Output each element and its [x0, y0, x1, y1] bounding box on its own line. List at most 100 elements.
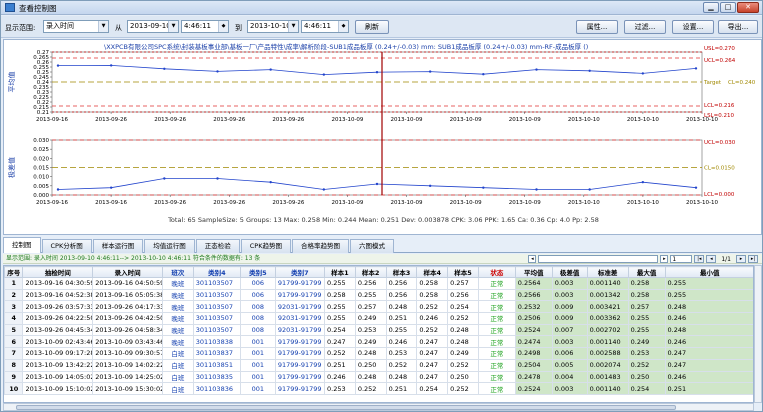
maximize-button[interactable]: □ — [720, 2, 736, 13]
column-header[interactable]: 类别7 — [274, 266, 326, 278]
to-time-input[interactable]: 4:46:11 ◆ — [301, 20, 349, 33]
tab-3[interactable]: 均值运行图 — [144, 239, 195, 253]
column-header[interactable]: 平均值 — [514, 266, 553, 278]
close-button[interactable]: ✕ — [737, 2, 759, 13]
filter-button[interactable]: 过滤... — [624, 20, 666, 34]
tab-2[interactable]: 样本运行图 — [92, 239, 144, 253]
range-select[interactable]: 录入时间 ▼ — [43, 20, 109, 33]
column-header[interactable]: 序号 — [4, 266, 24, 278]
data-point — [482, 186, 485, 189]
table-cell: 0.258 — [627, 288, 666, 302]
last-page-icon[interactable]: ▸| — [748, 255, 758, 263]
table-row[interactable]: 1 2013-09-16 04:30:59 2013-09-16 04:50:59 晚… — [4, 277, 753, 290]
table-cell: 0.255 — [664, 288, 753, 302]
table-row[interactable]: 7 2013-10-09 09:17:28 2013-10-09 09:30:57 白… — [4, 347, 753, 360]
column-header[interactable]: 样本5 — [447, 266, 479, 278]
tab-5[interactable]: CPK趋势图 — [240, 239, 291, 253]
from-date-picker[interactable]: 2013-09-10 ▼ — [127, 20, 179, 33]
table-row[interactable]: 6 2013-10-09 02:43:46 2013-10-09 03:43:46 晚… — [4, 335, 753, 349]
next-page-icon[interactable]: ▸ — [736, 255, 746, 263]
table-row[interactable]: 9 2013-10-09 14:05:02 2013-10-09 14:25:02 白… — [4, 370, 753, 384]
page-input[interactable]: 1 — [670, 255, 693, 263]
refresh-button[interactable]: 刷新 — [355, 20, 389, 34]
table-cell: 2013-10-09 15:30:02 — [92, 382, 163, 395]
table-cell: 0.250 — [354, 358, 387, 372]
table-row[interactable]: 3 2013-09-26 03:57:33 2013-09-26 04:17:33 晚… — [4, 300, 753, 314]
scroll-thumb[interactable] — [16, 405, 676, 410]
spin-icon: ◆ — [218, 21, 228, 32]
column-header[interactable]: 最大值 — [627, 266, 666, 278]
horizontal-scrollbar[interactable] — [3, 403, 754, 411]
y-axis-label: 极差值 — [7, 157, 16, 178]
column-header[interactable]: 班次 — [161, 266, 194, 278]
table-row[interactable]: 8 2013-10-09 13:42:22 2013-10-09 14:02:22 白… — [4, 358, 753, 372]
column-header[interactable]: 样本2 — [354, 266, 387, 278]
table-cell: 0.2524 — [514, 323, 553, 337]
tab-7[interactable]: 六图模式 — [349, 239, 394, 253]
table-cell: 0.003421 — [586, 300, 629, 314]
table-cell: 006 — [239, 277, 276, 290]
data-point — [269, 68, 272, 71]
minimize-button[interactable]: ▁ — [703, 2, 719, 13]
vertical-scrollbar[interactable] — [754, 265, 762, 403]
column-header[interactable]: 抽检时间 — [22, 266, 94, 278]
x-tick-label: 2013-09-16 — [36, 200, 68, 206]
column-header[interactable]: 极差值 — [551, 266, 588, 278]
data-point — [428, 184, 432, 188]
table-cell: 0.2506 — [514, 312, 553, 325]
table-cell: 0.254 — [447, 300, 479, 314]
table-cell: 晚班 — [161, 288, 194, 302]
export-button[interactable]: 导出... — [718, 20, 758, 34]
settings-button[interactable]: 设置... — [672, 20, 714, 34]
column-header[interactable]: 样本1 — [324, 266, 356, 278]
tab-6[interactable]: 合格率趋势图 — [291, 239, 349, 253]
tab-4[interactable]: 正态检验 — [195, 239, 240, 253]
table-cell: 0.255 — [324, 277, 356, 290]
column-header[interactable]: 样本4 — [416, 266, 449, 278]
table-row[interactable]: 4 2013-09-26 04:22:50 2013-09-26 04:42:50 晚… — [4, 312, 753, 325]
first-page-icon[interactable]: |◂ — [694, 255, 705, 263]
table-cell: 0.252 — [416, 300, 449, 314]
prev-page-icon[interactable]: ◂ — [706, 255, 717, 263]
from-time-input[interactable]: 4:46:11 ◆ — [181, 20, 229, 33]
table-cell: 0.006 — [551, 347, 588, 360]
toolbar: 显示范围: 录入时间 ▼ 从 2013-09-10 ▼ 4:46:11 ◆ 到 201… — [1, 16, 762, 38]
tab-0[interactable]: 控制图 — [3, 237, 41, 253]
control-chart[interactable]: \XXPCB有限公司SPC系统\封装基板事业部\基板一厂\产品特性\成率\解析阶… — [4, 40, 761, 216]
table-cell: 2013-09-26 03:57:33 — [22, 300, 94, 314]
table-cell: 0.252 — [447, 382, 479, 395]
next-arrow-icon[interactable]: ▸ — [660, 255, 669, 263]
column-header[interactable]: 录入时间 — [92, 266, 163, 278]
x-tick-label: 2013-09-26 — [272, 200, 304, 206]
tab-1[interactable]: CPK分析图 — [41, 239, 92, 253]
table-cell: 0.255 — [664, 277, 753, 290]
to-date-picker[interactable]: 2013-10-10 ▼ — [247, 20, 299, 33]
properties-button[interactable]: 属性... — [576, 20, 618, 34]
table-row[interactable]: 10 2013-10-09 15:10:02 2013-10-09 15:30:02… — [4, 382, 753, 395]
tab-bar: 控制图 CPK分析图 样本运行图 均值运行图 正态检验 CPK趋势图 合格率趋势图 六图模式 — [3, 237, 762, 253]
table-row[interactable]: 5 2013-09-26 04:45:34 2013-09-26 04:58:34 晚… — [4, 323, 753, 337]
table-cell: 301103507 — [192, 312, 241, 325]
control-chart-area[interactable]: \XXPCB有限公司SPC系统\封装基板事业部\基板一厂\产品特性\成率\解析阶… — [3, 39, 762, 235]
page-slider[interactable] — [538, 255, 659, 263]
column-header[interactable]: 样本3 — [385, 266, 418, 278]
y-tick-label: 0.005 — [33, 184, 49, 190]
table-cell: 2013-09-26 04:17:33 — [92, 300, 163, 314]
column-header[interactable]: 标准差 — [586, 266, 629, 278]
table-cell: 0.2498 — [514, 347, 553, 360]
prev-arrow-icon[interactable]: ◂ — [528, 255, 537, 263]
table-cell: 晚班 — [161, 277, 194, 290]
table-cell: 0.009 — [551, 300, 588, 314]
chevron-down-icon: ▼ — [98, 21, 108, 32]
x-tick-label: 2013-10-09 — [450, 117, 482, 123]
column-header[interactable]: 状态 — [477, 266, 516, 278]
column-header[interactable]: 类别5 — [239, 266, 276, 278]
column-header[interactable]: 类别4 — [192, 266, 241, 278]
table-row[interactable]: 2 2013-09-16 04:52:38 2013-09-16 05:05:38 晚… — [4, 288, 753, 302]
table-cell: 301103851 — [192, 358, 241, 372]
x-tick-label: 2013-10-09 — [450, 200, 482, 206]
table-cell: 0.002702 — [586, 323, 629, 337]
column-header[interactable]: 最小值 — [664, 266, 753, 278]
table-cell: 正常 — [477, 382, 516, 395]
data-grid[interactable]: 序号 抽检时间 录入时间 班次 类别4 类别5 类别7 样本1 样本2 样本3 样本4 样本5 状态 平均… — [3, 265, 754, 403]
